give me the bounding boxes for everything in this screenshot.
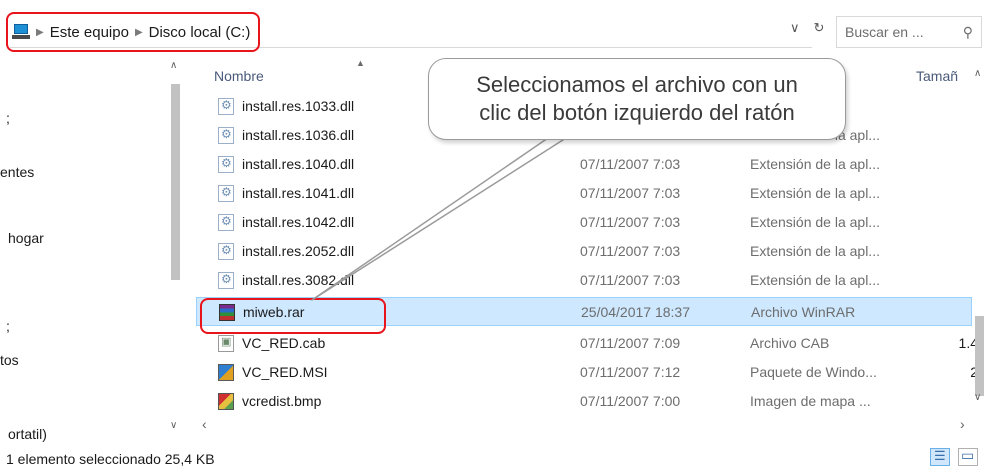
status-bar: 1 elemento seleccionado 25,4 KB (0, 444, 986, 472)
file-type: Extensión de la apl... (750, 156, 880, 172)
file-type: Extensión de la apl... (750, 214, 880, 230)
nav-item[interactable]: ; (6, 318, 10, 334)
nav-item[interactable]: ortatil) (8, 426, 47, 442)
sort-ascending-icon: ▲ (356, 58, 365, 68)
status-text: 1 elemento seleccionado 25,4 KB (6, 451, 215, 467)
file-type: Extensión de la apl... (750, 272, 880, 288)
file-date: 07/11/2007 7:03 (580, 243, 681, 259)
dll-icon (218, 185, 234, 202)
file-row[interactable]: install.res.2052.dll 07/11/2007 7:03 Ext… (196, 237, 972, 266)
file-date: 07/11/2007 7:09 (580, 335, 681, 351)
dll-icon (218, 127, 234, 144)
file-type: Imagen de mapa ... (750, 393, 871, 409)
nav-item[interactable]: entes (0, 164, 34, 180)
column-name[interactable]: Nombre (214, 68, 264, 84)
large-icons-view-icon[interactable] (958, 447, 978, 466)
chevron-right-icon[interactable]: ▶ (36, 27, 44, 38)
annotation-callout: Seleccionamos el archivo con un clic del… (428, 58, 846, 140)
file-name: install.res.1041.dll (242, 185, 355, 201)
dll-icon (218, 156, 234, 173)
refresh-icon[interactable]: ↻ (814, 20, 825, 36)
address-controls: ∨ ↻ (790, 20, 824, 36)
nav-scrollbar[interactable]: ∧ ∨ (168, 60, 182, 432)
callout-line: clic del botón izquierdo del ratón (479, 100, 795, 125)
file-row[interactable]: VC_RED.MSI 07/11/2007 7:12 Paquete de Wi… (196, 358, 978, 387)
file-list-scrollbar-thumb[interactable] (975, 316, 984, 396)
file-row[interactable]: install.res.1040.dll 07/11/2007 7:03 Ext… (196, 150, 972, 179)
bmp-icon (218, 393, 234, 410)
file-type: Archivo WinRAR (751, 304, 856, 320)
file-date: 07/11/2007 7:12 (580, 364, 681, 380)
msi-icon (218, 364, 234, 381)
selection-highlight-box (200, 298, 386, 334)
file-type: Extensión de la apl... (750, 243, 880, 259)
search-input[interactable]: Buscar en ... ⚲ (836, 16, 982, 48)
file-type: Paquete de Windo... (750, 364, 877, 380)
dll-icon (218, 214, 234, 231)
callout-line: Seleccionamos el archivo con un (476, 72, 798, 97)
file-date: 07/11/2007 7:03 (580, 272, 681, 288)
search-icon[interactable]: ⚲ (963, 24, 973, 41)
file-size: 2 (918, 364, 978, 380)
search-placeholder: Buscar en ... (845, 24, 924, 40)
file-name: install.res.1042.dll (242, 214, 355, 230)
nav-item[interactable]: hogar (8, 230, 44, 246)
computer-icon (12, 24, 30, 40)
file-date: 07/11/2007 7:03 (580, 214, 681, 230)
nav-item[interactable]: tos (0, 352, 19, 368)
column-size[interactable]: Tamañ (916, 68, 958, 84)
chevron-down-icon[interactable]: ∨ (170, 420, 177, 431)
history-dropdown-icon[interactable]: ∨ (790, 20, 800, 36)
file-date: 25/04/2017 18:37 (581, 304, 690, 320)
chevron-right-icon[interactable]: ▶ (135, 27, 143, 38)
file-row[interactable]: install.res.1041.dll 07/11/2007 7:03 Ext… (196, 179, 972, 208)
file-list-scrollbar[interactable]: ∧ ∨ (972, 56, 986, 408)
details-view-icon[interactable] (930, 448, 950, 466)
file-name: install.res.1036.dll (242, 127, 355, 143)
file-date: 07/11/2007 7:03 (580, 156, 681, 172)
dll-icon (218, 98, 234, 115)
file-name: VC_RED.MSI (242, 364, 328, 380)
cab-icon (218, 335, 234, 352)
file-date: 07/11/2007 7:03 (580, 185, 681, 201)
chevron-right-icon[interactable]: › (960, 416, 965, 432)
file-row[interactable]: install.res.1042.dll 07/11/2007 7:03 Ext… (196, 208, 972, 237)
chevron-up-icon[interactable]: ∧ (974, 68, 981, 79)
breadcrumb-disco-local[interactable]: Disco local (C:) (149, 24, 251, 41)
dll-icon (218, 272, 234, 289)
file-date: 07/11/2007 7:00 (580, 393, 681, 409)
navigation-pane: ; entes hogar ; tos ortatil) ∧ ∨ (0, 56, 186, 442)
file-name: vcredist.bmp (242, 393, 322, 409)
nav-item[interactable]: ; (6, 110, 10, 126)
chevron-up-icon[interactable]: ∧ (170, 60, 177, 71)
file-type: Archivo CAB (750, 335, 830, 351)
file-name: install.res.2052.dll (242, 243, 355, 259)
file-name: install.res.3082.dll (242, 272, 355, 288)
chevron-left-icon[interactable]: ‹ (202, 416, 207, 432)
file-row[interactable]: install.res.3082.dll 07/11/2007 7:03 Ext… (196, 266, 972, 295)
dll-icon (218, 243, 234, 260)
breadcrumb[interactable]: ▶ Este equipo ▶ Disco local (C:) (6, 12, 261, 52)
horizontal-scrollbar[interactable]: ‹ › (196, 416, 972, 434)
file-name: install.res.1040.dll (242, 156, 355, 172)
file-name: install.res.1033.dll (242, 98, 355, 114)
file-row[interactable]: vcredist.bmp 07/11/2007 7:00 Imagen de m… (196, 387, 972, 416)
file-size: 1.4 (958, 335, 978, 351)
breadcrumb-este-equipo[interactable]: Este equipo (50, 24, 129, 41)
chevron-down-icon[interactable]: ∨ (974, 392, 981, 403)
file-name: VC_RED.cab (242, 335, 326, 351)
file-type: Extensión de la apl... (750, 185, 880, 201)
address-bar: ▶ Este equipo ▶ Disco local (C:) ∨ ↻ Bus… (0, 12, 986, 52)
nav-scrollbar-thumb[interactable] (171, 84, 180, 280)
